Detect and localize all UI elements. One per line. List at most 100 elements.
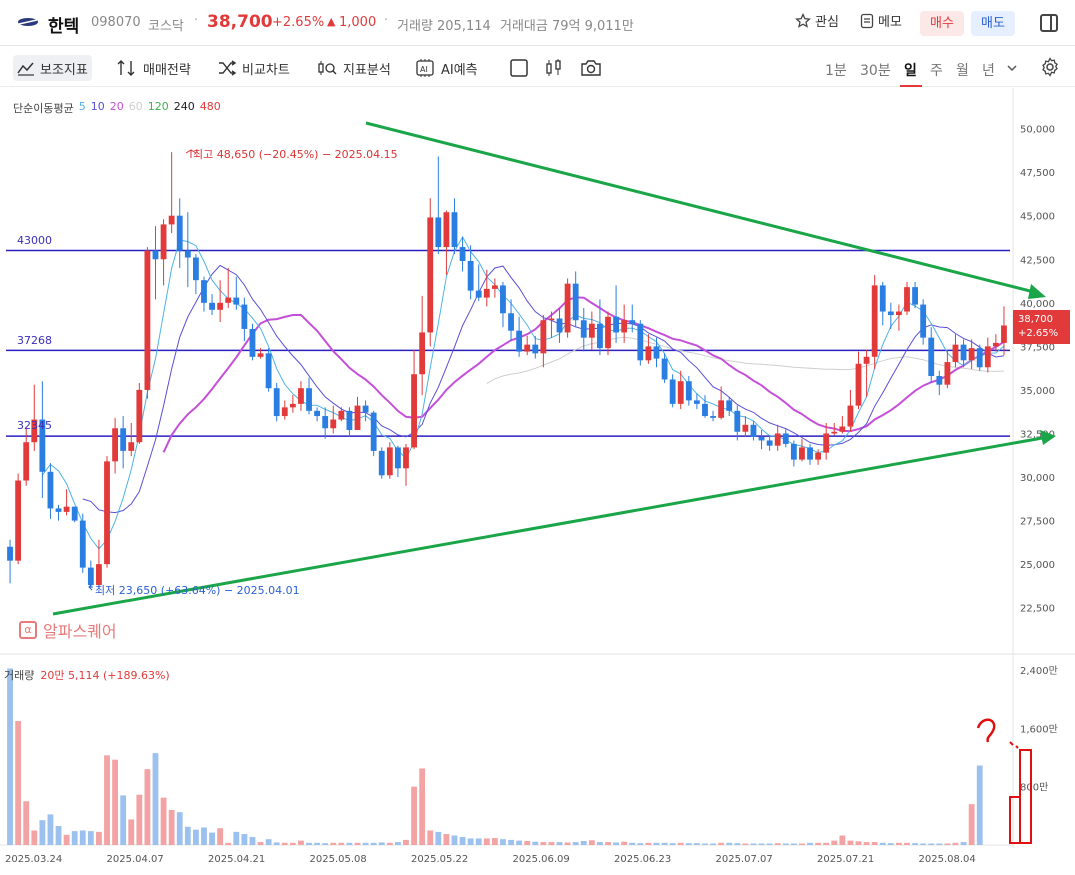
candle — [265, 348, 272, 392]
candle-body — [209, 302, 215, 310]
candle-body — [483, 288, 490, 298]
candle-body — [904, 287, 910, 312]
candle — [209, 294, 215, 316]
gear-icon[interactable] — [1040, 57, 1060, 77]
candle-body — [661, 358, 668, 380]
analysis-button[interactable]: 지표분석 — [312, 55, 395, 81]
candle — [322, 407, 329, 439]
volume-bar — [718, 842, 725, 845]
camera-icon — [581, 60, 601, 76]
candle — [847, 389, 854, 432]
volume-bar — [645, 842, 652, 845]
candle — [241, 297, 248, 342]
candle — [685, 375, 692, 406]
candle — [750, 421, 757, 441]
period-1min[interactable]: 1분 — [825, 60, 847, 80]
candle-body — [685, 381, 692, 401]
volume-bar — [629, 842, 636, 845]
candle — [904, 281, 910, 316]
period-week[interactable]: 주 — [930, 60, 943, 80]
compare-button[interactable]: 비교차트 — [213, 55, 294, 81]
candle-body — [491, 285, 498, 289]
candle-body — [330, 419, 337, 429]
candle-body — [467, 261, 474, 291]
change-percent: +2.65% — [272, 15, 325, 30]
candle — [160, 219, 167, 286]
candle-body — [896, 311, 902, 316]
candle-body — [225, 297, 232, 303]
volume-bar — [71, 831, 78, 845]
candle — [718, 386, 725, 420]
volume-bar — [306, 842, 312, 845]
candle — [330, 405, 337, 434]
period-30min[interactable]: 30분 — [860, 60, 891, 80]
candle-body — [87, 567, 94, 586]
candle — [491, 278, 498, 298]
price-chart[interactable]: 50,000 47,500 45,000 42,500 40,000 37,500 35,0… — [0, 88, 1075, 875]
volume-bar — [677, 842, 684, 845]
candle — [354, 396, 361, 430]
volume-bar — [693, 843, 700, 845]
volume-bar — [580, 840, 587, 845]
side-panel-icon[interactable] — [1040, 14, 1058, 32]
candle-body — [443, 212, 450, 248]
candle-body — [710, 416, 716, 418]
amount-text: 거래대금 79억 9,011만 — [500, 19, 634, 34]
volume-bar — [192, 829, 199, 845]
buy-button[interactable]: 매수 — [920, 11, 964, 36]
memo-button[interactable]: 메모 — [860, 11, 902, 30]
period-year[interactable]: 년 — [982, 60, 995, 80]
volume-bar — [952, 842, 959, 845]
price-tick-label: 35,000 — [1020, 386, 1055, 397]
volume-bar — [823, 842, 830, 845]
candle — [564, 278, 571, 338]
volume-bar — [799, 843, 805, 845]
company-logo-icon — [18, 18, 38, 26]
candle-body — [823, 433, 830, 453]
candle — [39, 381, 46, 498]
candle-body — [645, 346, 652, 361]
volume-bar — [702, 843, 708, 845]
candle-body — [968, 348, 975, 361]
volume-bar — [483, 838, 490, 845]
candle-type-button[interactable] — [540, 55, 568, 81]
watch-button[interactable]: 관심 — [795, 11, 839, 30]
candle-body — [395, 447, 401, 469]
candle — [613, 285, 619, 343]
candle-body — [871, 285, 878, 357]
volume-bar — [322, 843, 329, 845]
hline-label-37268: 37268 — [17, 334, 52, 347]
stock-name: 한텍 — [48, 17, 80, 37]
sell-button[interactable]: 매도 — [971, 11, 1015, 36]
candle — [87, 560, 94, 588]
candle — [653, 337, 660, 368]
candle — [136, 382, 143, 444]
candle — [386, 442, 393, 479]
volume-bar — [475, 838, 482, 845]
volume-bar — [144, 769, 151, 845]
candle — [314, 407, 321, 422]
chevron-down-icon[interactable] — [1006, 63, 1018, 73]
candle-body — [435, 217, 442, 248]
period-month[interactable]: 월 — [956, 60, 969, 80]
candle — [782, 428, 789, 448]
volume-bar — [750, 843, 757, 845]
candle — [790, 440, 797, 467]
analysis-label: 지표분석 — [343, 62, 391, 78]
square-tool-button[interactable] — [505, 55, 533, 81]
volume-bar — [613, 842, 619, 845]
candle-body — [912, 287, 918, 305]
volume-bar — [532, 841, 539, 845]
candle — [120, 416, 127, 469]
period-day[interactable]: 일 — [904, 60, 917, 80]
volume-bar — [685, 843, 692, 845]
screenshot-button[interactable] — [576, 55, 606, 81]
volume-bar — [605, 842, 611, 845]
volume-bar — [508, 839, 514, 845]
indicator-button[interactable]: 보조지표 — [13, 55, 92, 81]
candle — [273, 382, 280, 422]
price-tick-label: 30,000 — [1020, 473, 1055, 484]
candle-body — [79, 520, 86, 568]
ai-button[interactable]: AI AI예측 — [410, 55, 482, 81]
strategy-button[interactable]: 매매전략 — [112, 55, 195, 81]
